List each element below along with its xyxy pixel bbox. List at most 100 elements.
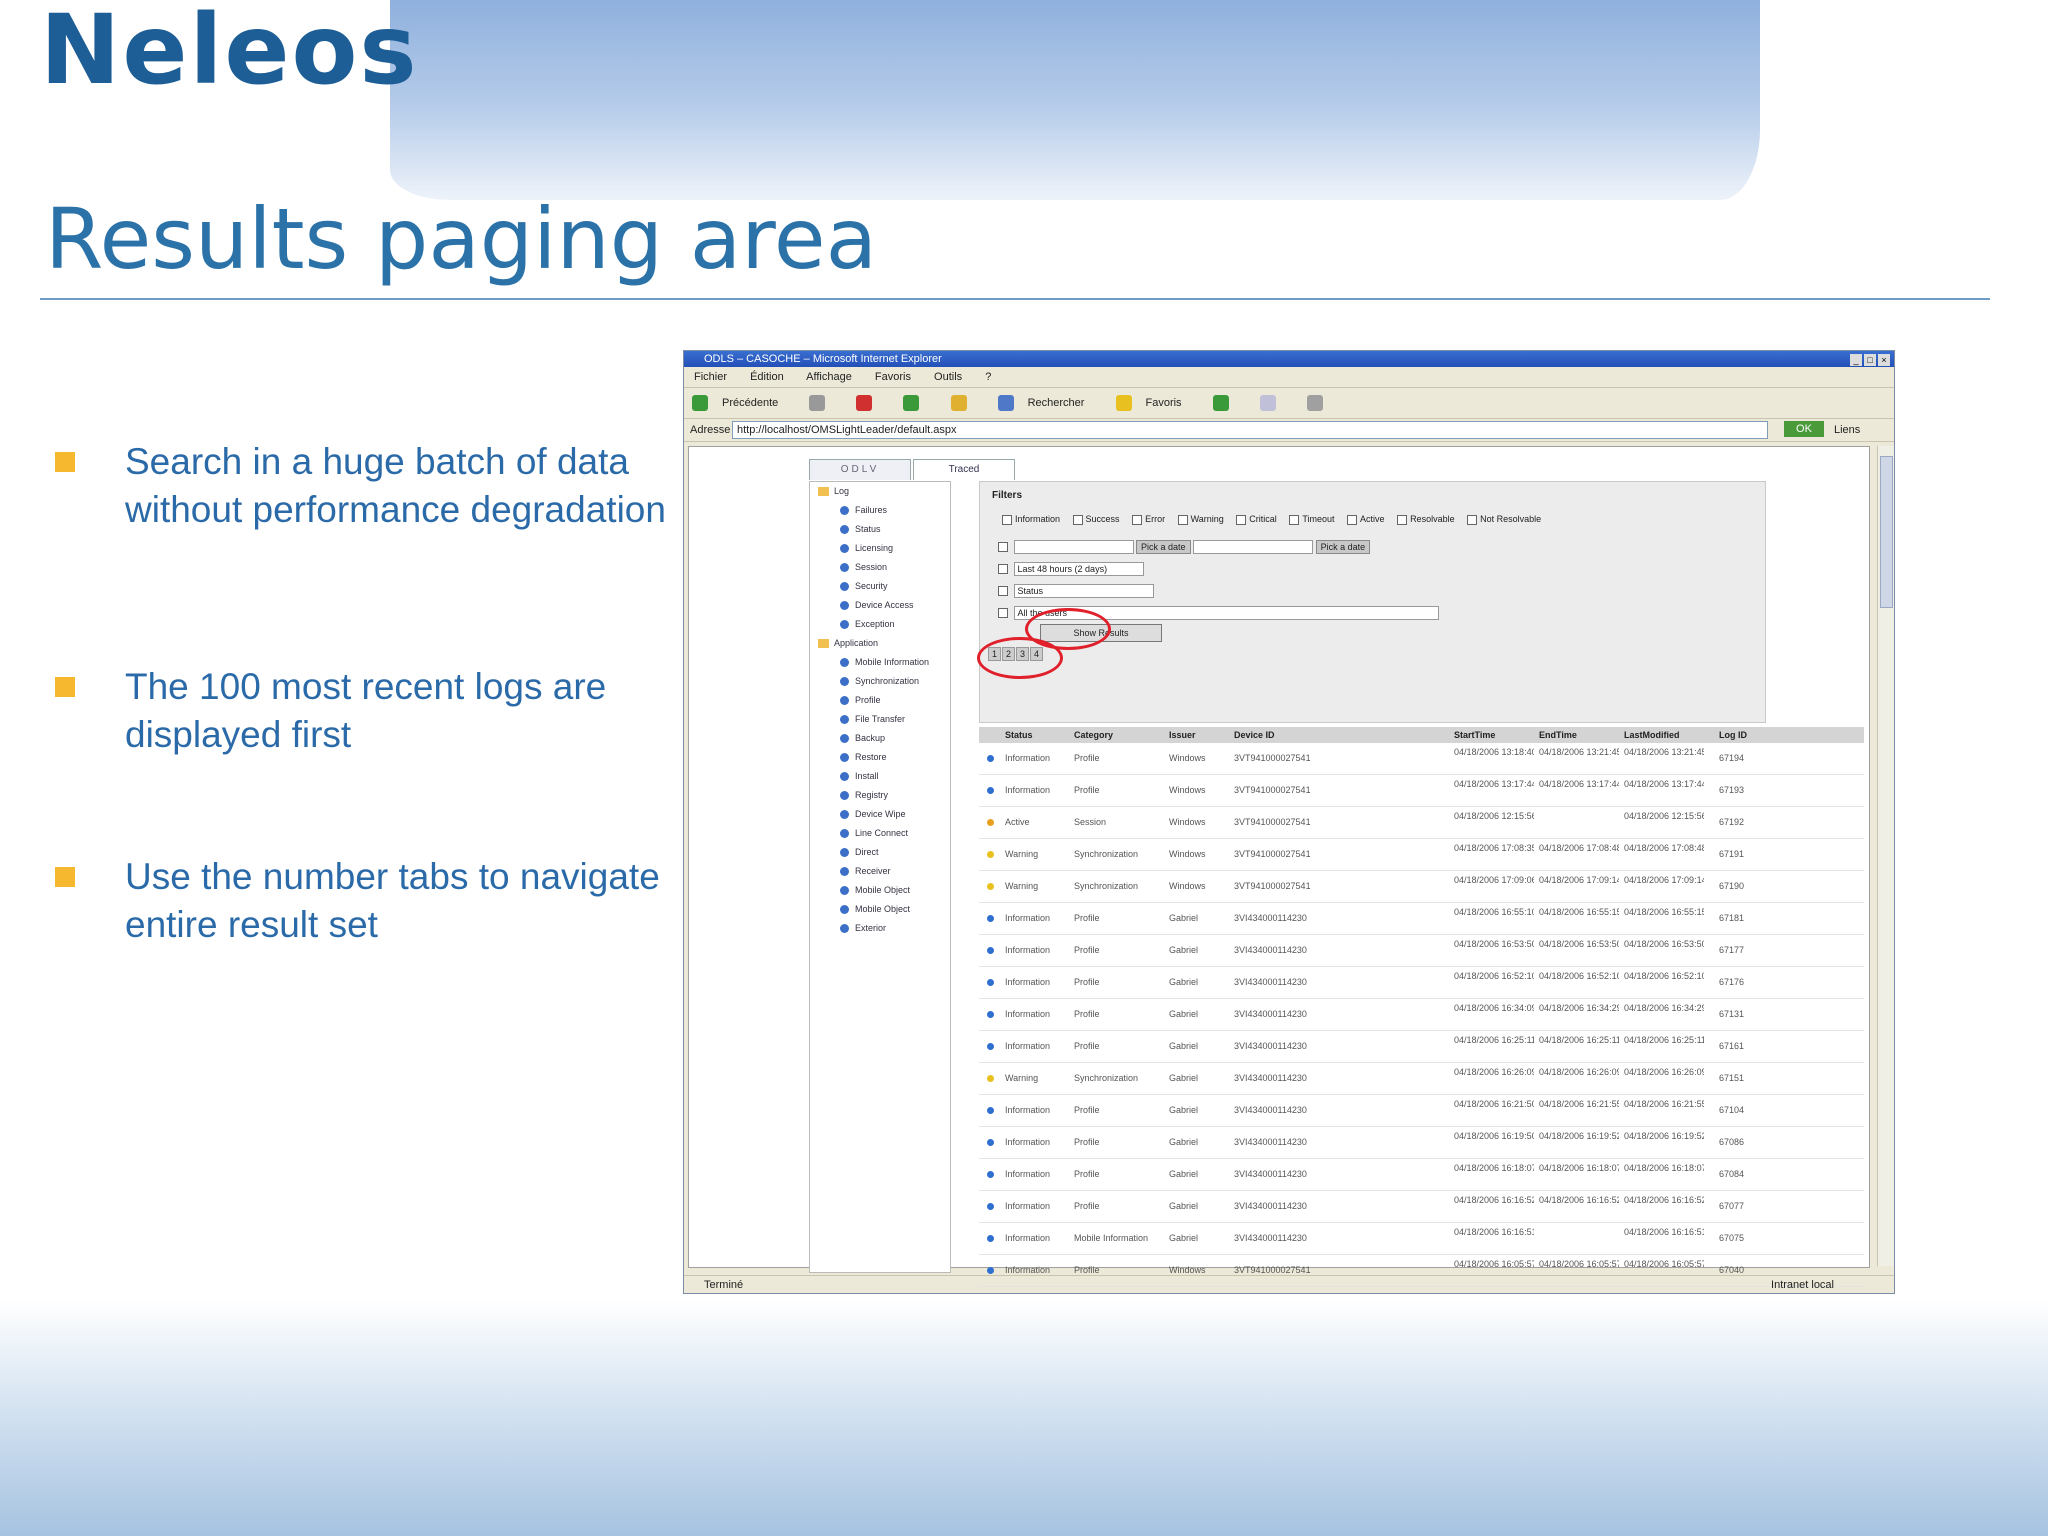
checkbox[interactable] bbox=[1132, 514, 1143, 525]
date-checkbox[interactable] bbox=[998, 541, 1008, 552]
table-row[interactable]: Information Profile Gabriel 3VI434000114230… bbox=[979, 999, 1864, 1031]
table-row[interactable]: Information Profile Windows 3VT941000027541… bbox=[979, 775, 1864, 807]
tree-node[interactable]: Direct bbox=[810, 843, 950, 862]
tree-node[interactable]: Security bbox=[810, 577, 950, 596]
table-row[interactable]: Information Profile Gabriel 3VI434000114230… bbox=[979, 1031, 1864, 1063]
table-row[interactable]: Information Profile Gabriel 3VI434000114230… bbox=[979, 967, 1864, 999]
table-row[interactable]: Active Session Windows 3VT941000027541 04/18… bbox=[979, 807, 1864, 839]
tree-node[interactable]: Device Wipe bbox=[810, 805, 950, 824]
start-date-input[interactable] bbox=[1013, 539, 1134, 554]
refresh-button[interactable] bbox=[903, 395, 933, 412]
table-row[interactable]: Information Profile Gabriel 3VI434000114230… bbox=[979, 1095, 1864, 1127]
tree-node[interactable]: Session bbox=[810, 558, 950, 577]
home-button[interactable] bbox=[950, 395, 981, 412]
status-icon bbox=[987, 755, 994, 762]
tab-odlv[interactable]: ODLV bbox=[809, 459, 911, 480]
scrollbar-thumb[interactable] bbox=[1880, 456, 1893, 608]
tree-node[interactable]: Profile bbox=[810, 691, 950, 710]
menu-help[interactable]: ? bbox=[985, 371, 991, 383]
pick-date-button[interactable]: Pick a date bbox=[1315, 539, 1371, 554]
back-button[interactable]: Précédente bbox=[692, 395, 792, 412]
cell-modified: 04/18/2006 16:16:52 bbox=[1624, 1195, 1704, 1205]
column-status[interactable]: Status bbox=[1005, 727, 1075, 743]
checkbox[interactable] bbox=[1072, 514, 1083, 525]
forward-button[interactable] bbox=[809, 395, 839, 412]
close-button[interactable]: × bbox=[1878, 354, 1890, 366]
column-issuer[interactable]: Issuer bbox=[1169, 727, 1229, 743]
menu-edit[interactable]: Édition bbox=[750, 371, 784, 383]
column-last-modified[interactable]: LastModified bbox=[1624, 727, 1704, 743]
maximize-button[interactable]: □ bbox=[1864, 354, 1876, 366]
tree-node[interactable]: Exception bbox=[810, 615, 950, 634]
node-icon bbox=[840, 601, 849, 611]
print-button[interactable] bbox=[1306, 395, 1337, 412]
tree-node[interactable]: Synchronization bbox=[810, 672, 950, 691]
cell-id: 67177 bbox=[1719, 945, 1745, 955]
column-category[interactable]: Category bbox=[1074, 727, 1164, 743]
tree-node[interactable]: Mobile Object bbox=[810, 881, 950, 900]
checkbox[interactable] bbox=[1397, 514, 1408, 525]
cell-issuer: Gabriel bbox=[1169, 1073, 1199, 1083]
vertical-scrollbar[interactable] bbox=[1877, 446, 1894, 1266]
column-start-time[interactable]: StartTime bbox=[1454, 727, 1534, 743]
tree-node[interactable]: Install bbox=[810, 767, 950, 786]
table-row[interactable]: Information Profile Gabriel 3VI434000114230… bbox=[979, 1191, 1864, 1223]
status-checkbox[interactable] bbox=[998, 585, 1008, 596]
table-row[interactable]: Warning Synchronization Windows 3VT94100002… bbox=[979, 871, 1864, 903]
bullet-square-icon bbox=[55, 677, 75, 697]
table-row[interactable]: Information Profile Gabriel 3VI434000114230… bbox=[979, 1127, 1864, 1159]
tree-node[interactable]: File Transfer bbox=[810, 710, 950, 729]
pick-date-button[interactable]: Pick a date bbox=[1136, 539, 1191, 554]
tree-node[interactable]: Restore bbox=[810, 748, 950, 767]
stop-button[interactable] bbox=[856, 395, 886, 412]
history-button[interactable] bbox=[1212, 395, 1243, 412]
checkbox[interactable] bbox=[1289, 514, 1300, 525]
tree-node[interactable]: Failures bbox=[810, 501, 950, 520]
table-row[interactable]: Information Profile Gabriel 3VI434000114230… bbox=[979, 935, 1864, 967]
checkbox[interactable] bbox=[1002, 514, 1012, 525]
table-row[interactable]: Information Profile Windows 3VT941000027541… bbox=[979, 743, 1864, 775]
tab-traced[interactable]: Traced bbox=[913, 459, 1015, 480]
tree-node[interactable]: Line Connect bbox=[810, 824, 950, 843]
tree-node[interactable]: Receiver bbox=[810, 862, 950, 881]
date-filter-row: Pick a date Pick a date bbox=[998, 538, 1371, 554]
address-input[interactable]: http://localhost/OMSLightLeader/default.… bbox=[732, 421, 1768, 439]
status-select[interactable]: Status bbox=[1013, 583, 1154, 598]
mail-button[interactable] bbox=[1259, 395, 1290, 412]
tree-node[interactable]: Registry bbox=[810, 786, 950, 805]
tree-folder[interactable]: Log bbox=[810, 482, 950, 501]
table-row[interactable]: Information Profile Gabriel 3VI434000114230… bbox=[979, 1159, 1864, 1191]
tree-node[interactable]: Backup bbox=[810, 729, 950, 748]
menu-view[interactable]: Affichage bbox=[806, 371, 852, 383]
table-row[interactable]: Information Profile Gabriel 3VI434000114230… bbox=[979, 903, 1864, 935]
tree-node[interactable]: Device Access bbox=[810, 596, 950, 615]
search-button[interactable]: Rechercher bbox=[997, 395, 1099, 412]
checkbox[interactable] bbox=[1467, 514, 1478, 525]
user-checkbox[interactable] bbox=[998, 607, 1008, 618]
go-button[interactable]: OK bbox=[1784, 421, 1824, 437]
tree-node[interactable]: Mobile Object bbox=[810, 900, 950, 919]
period-checkbox[interactable] bbox=[998, 563, 1008, 574]
menu-favorites[interactable]: Favoris bbox=[875, 371, 911, 383]
tree-node[interactable]: Mobile Information bbox=[810, 653, 950, 672]
table-row[interactable]: Warning Synchronization Windows 3VT94100002… bbox=[979, 839, 1864, 871]
end-date-input[interactable] bbox=[1193, 539, 1314, 554]
table-row[interactable]: Information Mobile Information Gabriel 3VI4… bbox=[979, 1223, 1864, 1255]
minimize-button[interactable]: _ bbox=[1850, 354, 1862, 366]
checkbox[interactable] bbox=[1347, 514, 1358, 525]
favorites-button[interactable]: Favoris bbox=[1115, 395, 1196, 412]
column-log-id[interactable]: Log ID bbox=[1719, 727, 1764, 743]
column-device-id[interactable]: Device ID bbox=[1234, 727, 1454, 743]
tree-node[interactable]: Status bbox=[810, 520, 950, 539]
table-row[interactable]: Warning Synchronization Gabriel 3VI43400011… bbox=[979, 1063, 1864, 1095]
menu-file[interactable]: Fichier bbox=[694, 371, 727, 383]
period-select[interactable]: Last 48 hours (2 days) bbox=[1013, 561, 1144, 576]
menu-tools[interactable]: Outils bbox=[934, 371, 962, 383]
tree-node[interactable]: Exterior bbox=[810, 919, 950, 938]
tree-node[interactable]: Licensing bbox=[810, 539, 950, 558]
links-label[interactable]: Liens bbox=[1834, 419, 1860, 441]
tree-folder[interactable]: Application bbox=[810, 634, 950, 653]
column-end-time[interactable]: EndTime bbox=[1539, 727, 1619, 743]
checkbox[interactable] bbox=[1177, 514, 1188, 525]
checkbox[interactable] bbox=[1236, 514, 1247, 525]
